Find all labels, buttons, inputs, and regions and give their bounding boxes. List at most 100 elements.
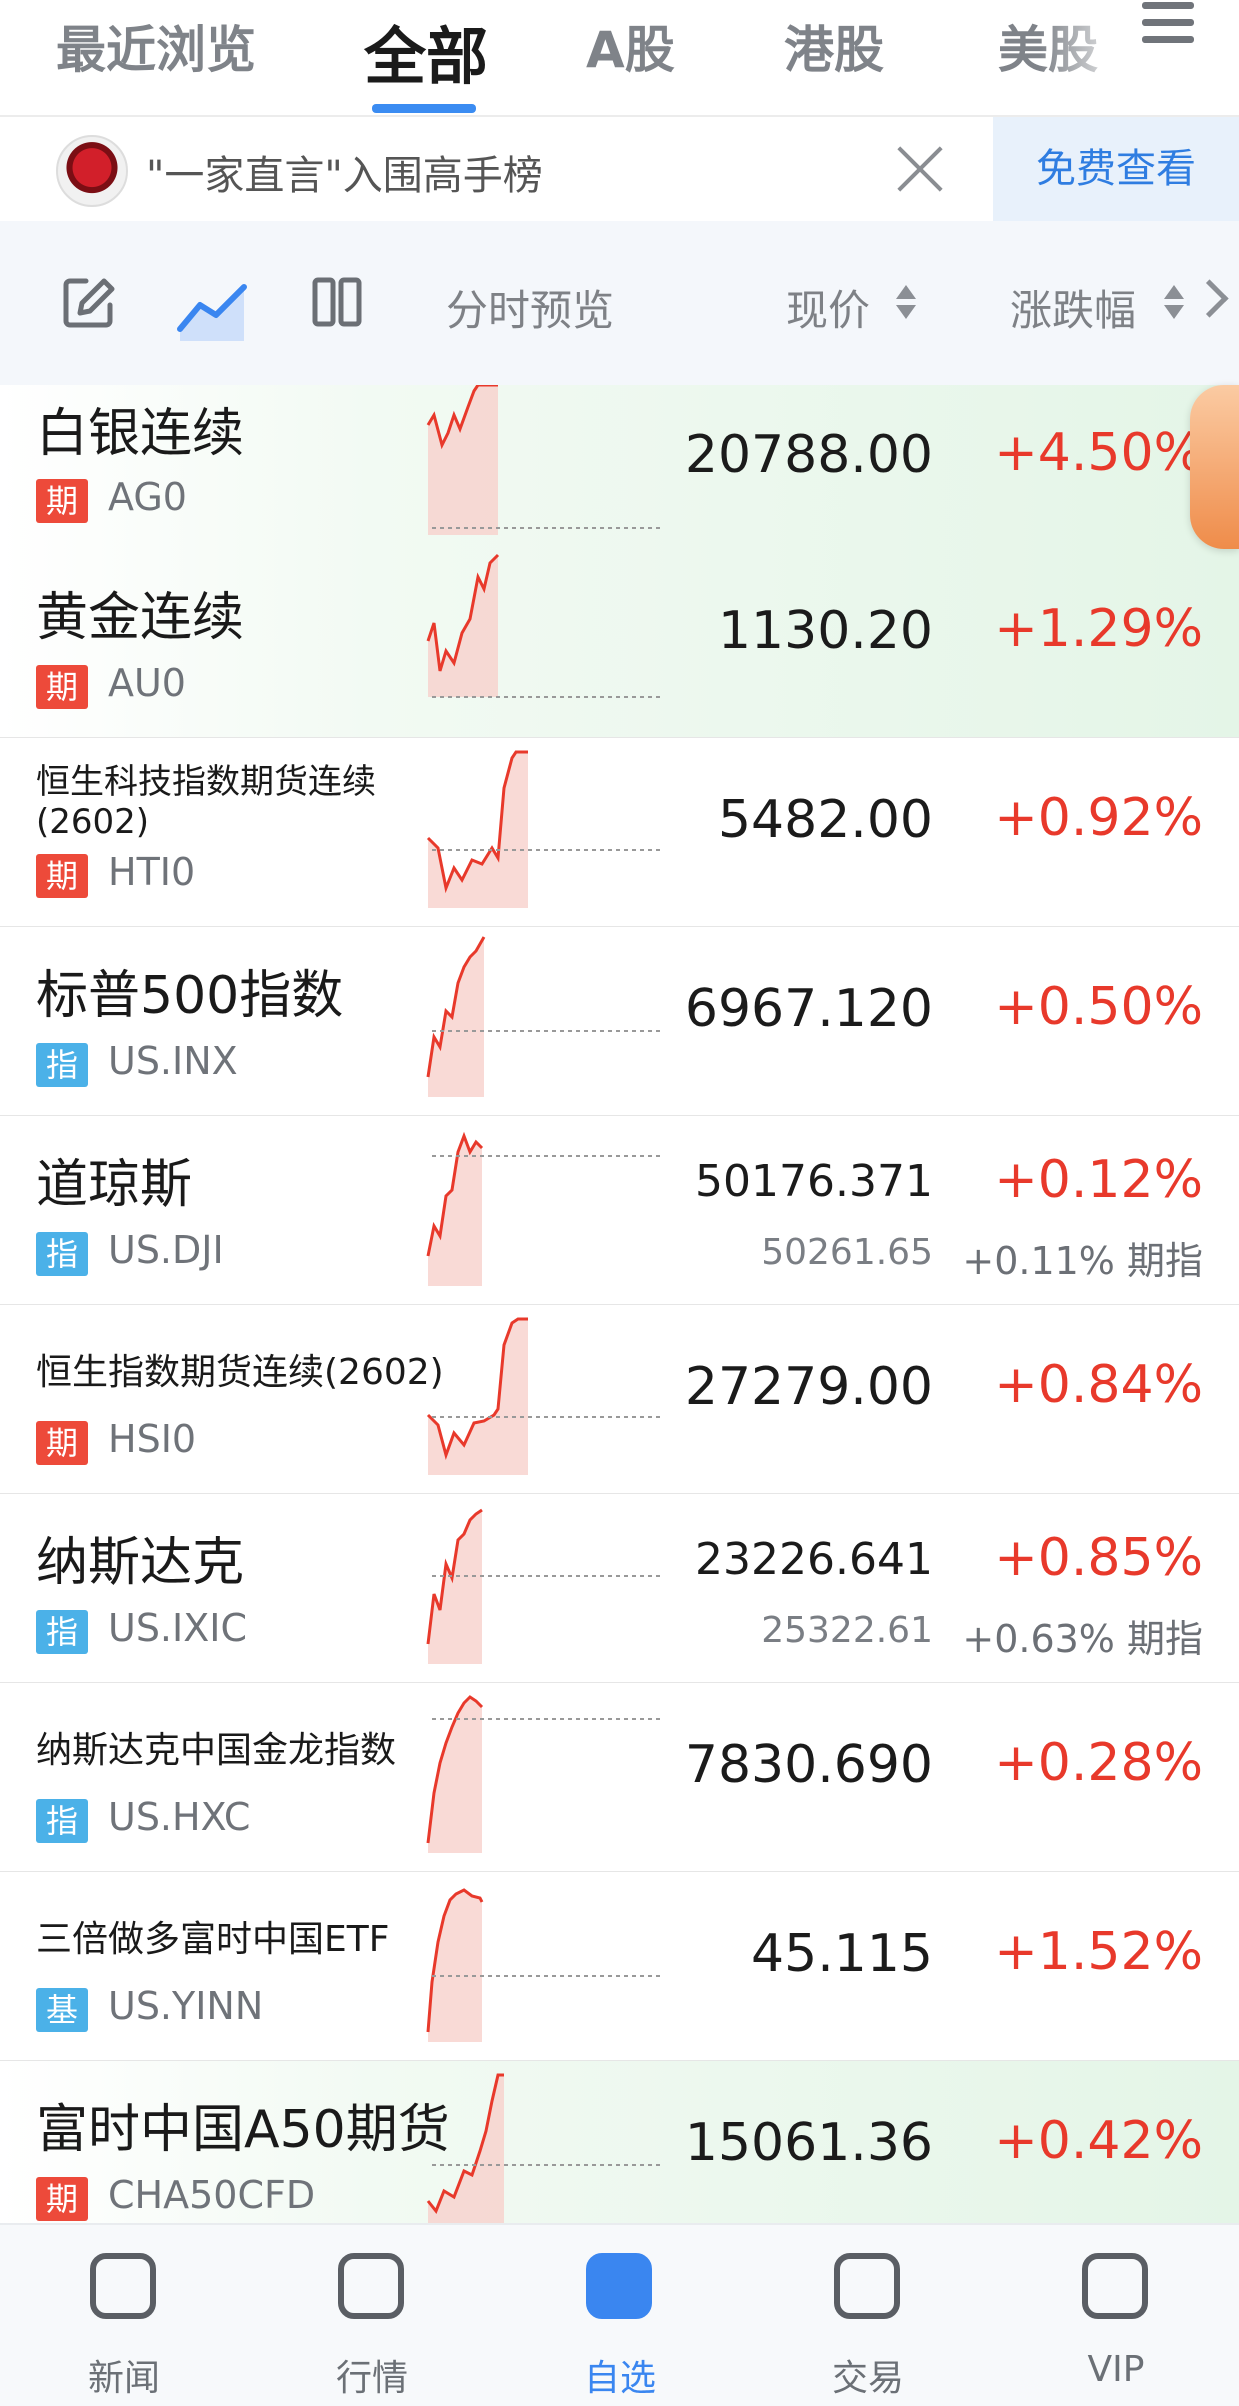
futures-badge: 期 bbox=[36, 479, 88, 523]
futures-price: 25322.61 bbox=[761, 1610, 933, 1651]
security-code: US.DJI bbox=[108, 1228, 224, 1272]
edit-icon[interactable] bbox=[60, 275, 116, 331]
price-sort-label[interactable]: 现价 bbox=[786, 277, 870, 338]
intraday-sparkline bbox=[426, 750, 660, 908]
list-item[interactable]: 纳斯达克中国金龙指数 指 US.HXC 7830.690 +0.28% bbox=[0, 1683, 1239, 1873]
intraday-sparkline bbox=[426, 1888, 660, 2042]
current-price: 20788.00 bbox=[684, 425, 933, 485]
nav-label: 新闻 bbox=[87, 2358, 160, 2399]
list-item[interactable]: 标普500指数 指 US.INX 6967.120 +0.50% bbox=[0, 927, 1239, 1117]
security-code: HTI0 bbox=[108, 850, 196, 894]
list-item[interactable]: 道琼斯 指 US.DJI 50176.371 50261.65 +0.12% +… bbox=[0, 1116, 1239, 1306]
change-percent: +4.50% bbox=[994, 423, 1203, 483]
security-name: 纳斯达克中国金龙指数 bbox=[36, 1730, 397, 1771]
security-name: 恒生科技指数期货连续(2602) bbox=[36, 762, 376, 842]
nav-vip[interactable]: VIP bbox=[992, 2225, 1239, 2406]
nav-label: 自选 bbox=[583, 2358, 656, 2399]
security-code: CHA50CFD bbox=[108, 2173, 316, 2217]
watchlist: 白银连续 期 AG0 20788.00 +4.50% 黄金连续 期 AU0 11… bbox=[0, 385, 1239, 2223]
intraday-sparkline bbox=[426, 936, 660, 1097]
tab-recent[interactable]: 最近浏览 bbox=[56, 10, 256, 82]
change-percent: +1.52% bbox=[994, 1922, 1203, 1982]
intraday-sparkline bbox=[426, 1317, 660, 1475]
close-icon[interactable] bbox=[894, 143, 946, 195]
security-name: 黄金连续 bbox=[36, 588, 245, 648]
vip-icon bbox=[1082, 2253, 1148, 2319]
security-name: 富时中国A50期货 bbox=[36, 2100, 450, 2160]
security-name: 道琼斯 bbox=[36, 1155, 193, 1215]
current-price: 1130.20 bbox=[717, 601, 933, 661]
current-price: 7830.690 bbox=[684, 1735, 933, 1795]
nav-label: 交易 bbox=[831, 2358, 904, 2399]
banner-text[interactable]: "一家直言"入围高手榜 bbox=[146, 143, 543, 201]
futures-badge: 期 bbox=[36, 854, 88, 898]
list-item[interactable]: 黄金连续 期 AU0 1130.20 +1.29% bbox=[0, 549, 1239, 739]
change-percent: +0.84% bbox=[994, 1355, 1203, 1415]
tab-all[interactable]: 全部 bbox=[364, 6, 488, 96]
change-percent: +0.92% bbox=[994, 788, 1203, 848]
nav-trade[interactable]: 交易 bbox=[744, 2225, 992, 2406]
futures-badge: 期 bbox=[36, 665, 88, 709]
nav-label: VIP bbox=[1087, 2349, 1145, 2390]
current-price: 23226.641 bbox=[695, 1534, 933, 1585]
bottom-navigation: 新闻 行情 自选 交易 VIP bbox=[0, 2223, 1239, 2406]
exchange-icon bbox=[834, 2253, 900, 2319]
tab-a-shares[interactable]: A股 bbox=[586, 10, 675, 82]
intraday-sparkline bbox=[426, 1508, 660, 1664]
price-sort-icon[interactable] bbox=[896, 283, 916, 323]
list-item[interactable]: 富时中国A50期货 期 CHA50CFD 15061.36 +0.42% bbox=[0, 2061, 1239, 2223]
nav-watchlist[interactable]: 自选 bbox=[496, 2225, 744, 2406]
security-code: AG0 bbox=[108, 475, 187, 519]
security-name: 纳斯达克 bbox=[36, 1533, 245, 1593]
change-percent: +1.29% bbox=[994, 599, 1203, 659]
current-price: 45.115 bbox=[751, 1924, 933, 1984]
security-code: HSI0 bbox=[108, 1417, 197, 1461]
top-tab-bar: 最近浏览 全部 A股 港股 美股 bbox=[0, 0, 1239, 117]
floating-promo-widget[interactable] bbox=[1190, 385, 1239, 549]
free-view-button[interactable]: 免费查看 bbox=[993, 117, 1239, 221]
split-view-icon[interactable] bbox=[312, 277, 362, 327]
change-percent: +0.12% bbox=[994, 1150, 1203, 1210]
intraday-sparkline bbox=[426, 2073, 660, 2223]
fund-badge: 基 bbox=[36, 1988, 88, 2032]
nav-news[interactable]: 新闻 bbox=[0, 2225, 248, 2406]
change-sort-icon[interactable] bbox=[1164, 283, 1184, 323]
news-icon bbox=[90, 2253, 156, 2319]
list-item[interactable]: 三倍做多富时中国ETF 基 US.YINN 45.115 +1.52% bbox=[0, 1872, 1239, 2062]
security-name: 白银连续 bbox=[36, 404, 245, 464]
change-percent: +0.85% bbox=[994, 1528, 1203, 1588]
security-code: US.IXIC bbox=[108, 1606, 247, 1650]
line-chart-icon[interactable] bbox=[176, 269, 252, 345]
futures-price: 50261.65 bbox=[761, 1232, 933, 1273]
tab-hk-stocks[interactable]: 港股 bbox=[784, 10, 884, 82]
change-sort-label[interactable]: 涨跌幅 bbox=[1010, 277, 1136, 338]
futures-change: +0.11% 期指 bbox=[962, 1239, 1203, 1283]
index-badge: 指 bbox=[36, 1610, 88, 1654]
intraday-sparkline bbox=[426, 553, 660, 698]
current-price: 5482.00 bbox=[717, 790, 933, 850]
list-item[interactable]: 恒生指数期货连续(2602) 期 HSI0 27279.00 +0.84% bbox=[0, 1305, 1239, 1495]
menu-icon[interactable] bbox=[1142, 2, 1194, 46]
list-item[interactable]: 白银连续 期 AG0 20788.00 +4.50% bbox=[0, 385, 1239, 575]
security-name: 标普500指数 bbox=[36, 966, 344, 1026]
change-percent: +0.28% bbox=[994, 1733, 1203, 1793]
list-column-header: 分时预览 现价 涨跌幅 bbox=[0, 221, 1239, 385]
current-price: 50176.371 bbox=[695, 1156, 933, 1207]
rose-avatar bbox=[56, 135, 128, 207]
change-percent: +0.50% bbox=[994, 977, 1203, 1037]
current-price: 27279.00 bbox=[684, 1357, 933, 1417]
current-price: 6967.120 bbox=[684, 979, 933, 1039]
plus-icon bbox=[586, 2253, 652, 2319]
chevron-right-icon[interactable] bbox=[1190, 279, 1229, 318]
intraday-preview-label: 分时预览 bbox=[446, 286, 615, 335]
security-code: US.INX bbox=[108, 1039, 238, 1083]
security-name: 恒生指数期货连续(2602) bbox=[36, 1352, 444, 1393]
list-item[interactable]: 恒生科技指数期货连续(2602) 期 HTI0 5482.00 +0.92% bbox=[0, 738, 1239, 928]
futures-badge: 期 bbox=[36, 1421, 88, 1465]
intraday-sparkline bbox=[426, 1131, 660, 1286]
intraday-sparkline bbox=[426, 1695, 660, 1853]
nav-market[interactable]: 行情 bbox=[248, 2225, 496, 2406]
list-item[interactable]: 纳斯达克 指 US.IXIC 23226.641 25322.61 +0.85%… bbox=[0, 1494, 1239, 1684]
promo-banner: "一家直言"入围高手榜 免费查看 bbox=[0, 117, 1239, 223]
futures-change: +0.63% 期指 bbox=[962, 1617, 1203, 1661]
